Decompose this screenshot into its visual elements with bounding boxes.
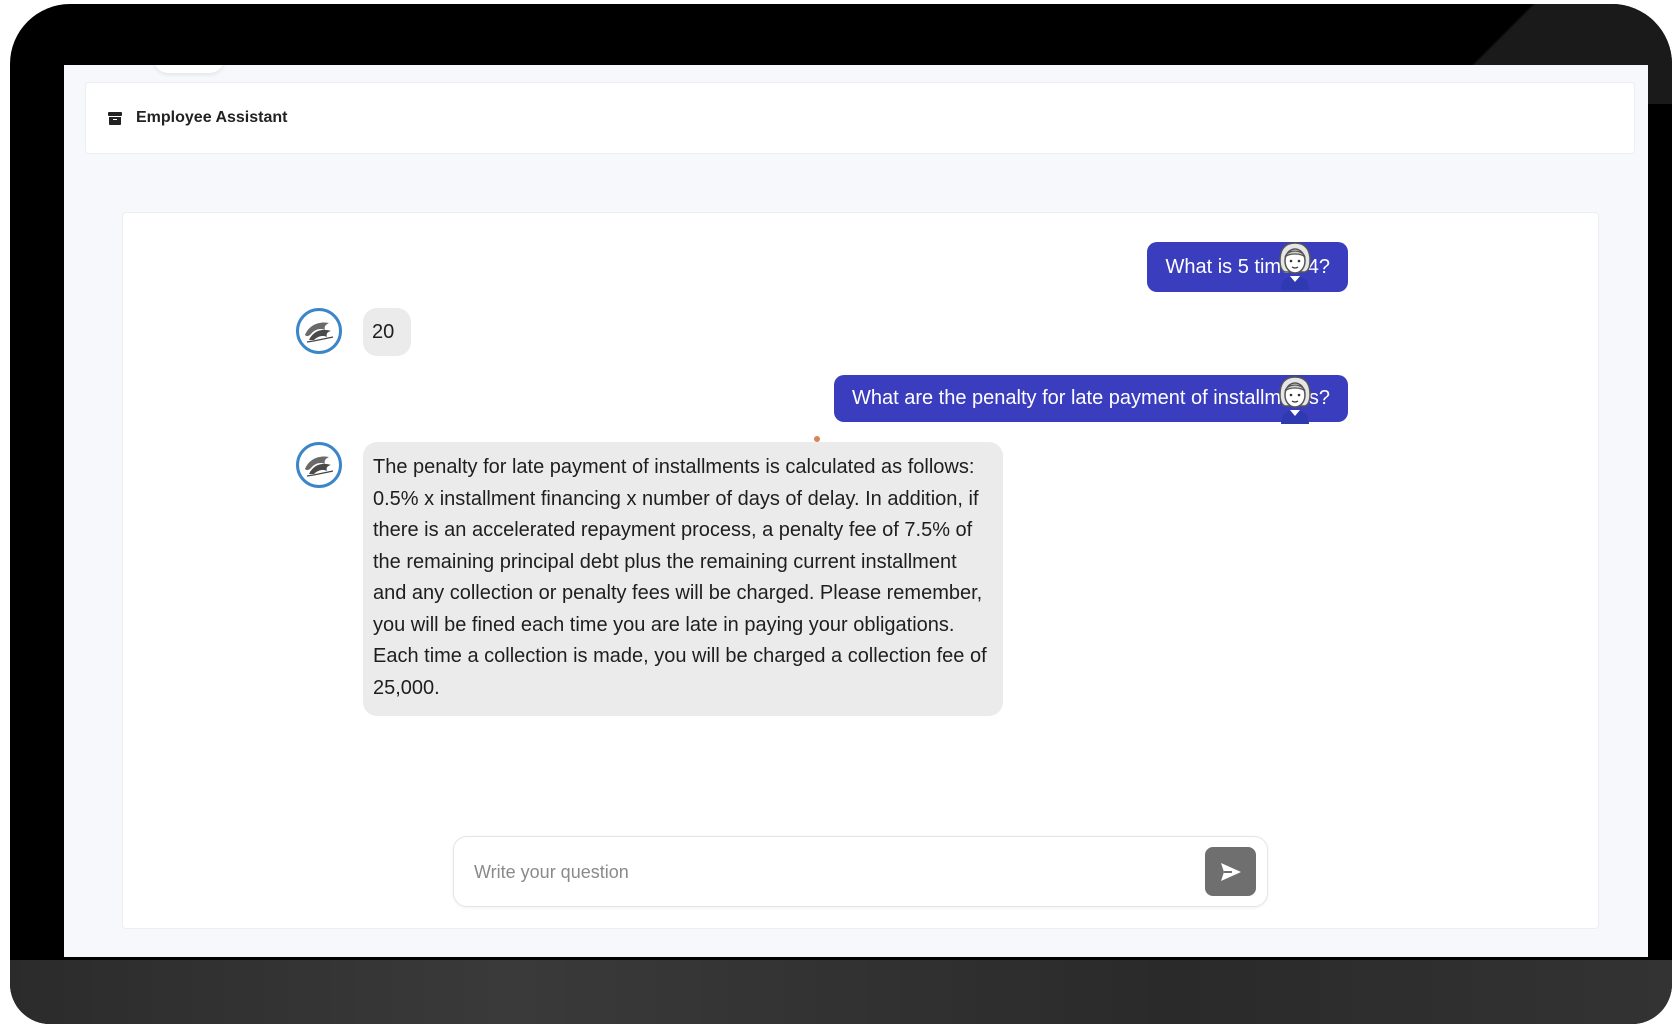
user-message-bubble: What are the penalty for late payment of…: [833, 375, 1348, 422]
user-avatar-icon: [1279, 376, 1311, 424]
app-header: Employee Assistant: [85, 82, 1635, 154]
question-input[interactable]: [472, 852, 1176, 892]
bot-avatar-icon: [296, 442, 342, 488]
chat-panel: What is 5 times 4? 20 What are the penal…: [122, 212, 1599, 929]
user-message-bubble: What is 5 times 4?: [1147, 242, 1348, 292]
app-title: Employee Assistant: [136, 109, 288, 126]
frame-base: [10, 960, 1672, 1024]
top-tab-handle: [154, 65, 224, 73]
question-composer: [453, 836, 1268, 907]
bot-avatar-icon: [296, 308, 342, 354]
send-button[interactable]: [1205, 847, 1256, 896]
assistant-message-bubble: The penalty for late payment of installm…: [363, 442, 1003, 716]
archive-box-icon: [108, 111, 122, 125]
user-avatar-icon: [1279, 242, 1311, 290]
app-screen: Employee Assistant What is 5 times 4? 20…: [64, 65, 1648, 957]
send-icon: [1220, 862, 1241, 881]
device-frame: Employee Assistant What is 5 times 4? 20…: [10, 4, 1672, 1024]
assistant-message-bubble: 20: [363, 308, 412, 356]
